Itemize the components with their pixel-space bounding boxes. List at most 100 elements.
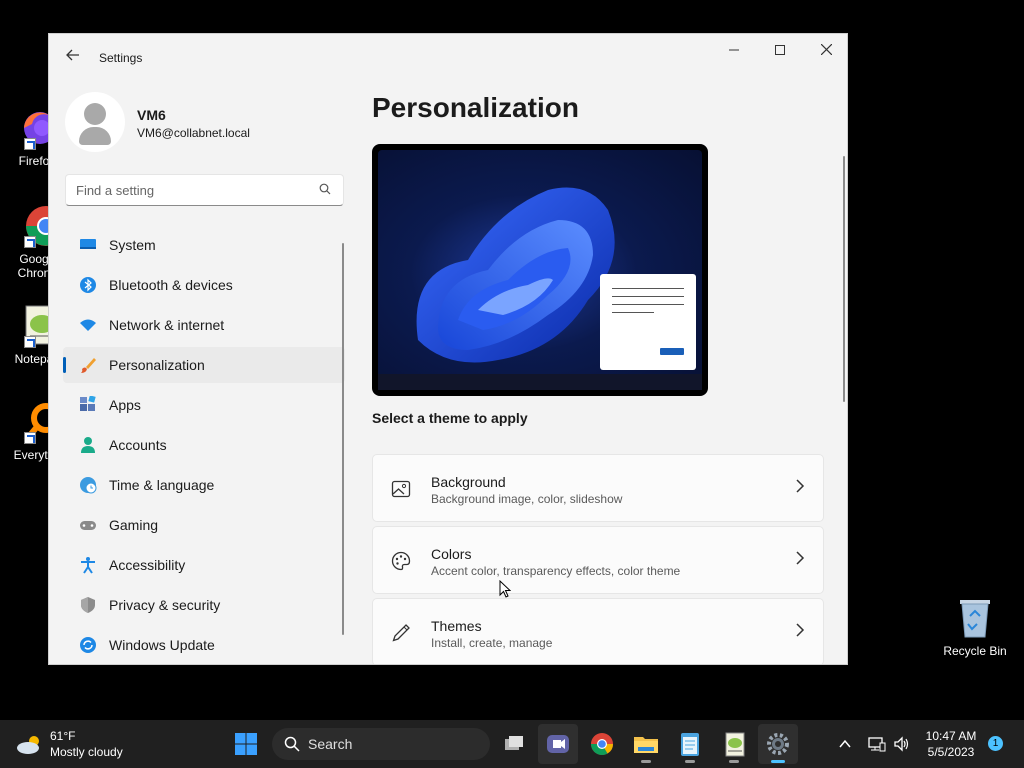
title-bar[interactable]: Settings — [49, 34, 847, 82]
clock-date: 5/5/2023 — [927, 745, 975, 759]
card-subtitle: Background image, color, slideshow — [431, 492, 623, 506]
close-button[interactable] — [803, 34, 847, 66]
notepad-taskbar-button[interactable] — [670, 724, 710, 764]
shortcut-arrow-icon — [24, 138, 36, 150]
update-icon — [79, 636, 97, 654]
sidebar-item-label: System — [109, 237, 156, 253]
colors-card[interactable]: Colors Accent color, transparency effect… — [372, 526, 824, 594]
volume-icon[interactable] — [893, 735, 911, 753]
notepadpp-taskbar-button[interactable] — [714, 724, 754, 764]
sidebar-item-network[interactable]: Network & internet — [63, 307, 345, 343]
shortcut-arrow-icon — [24, 336, 36, 348]
sidebar-scrollbar[interactable] — [342, 243, 344, 635]
gear-icon — [767, 733, 789, 755]
network-icon[interactable] — [868, 735, 886, 753]
bluetooth-icon — [79, 276, 97, 294]
sidebar-item-accounts[interactable]: Accounts — [63, 427, 345, 463]
user-email: VM6@collabnet.local — [137, 126, 250, 140]
sidebar-nav: System Bluetooth & devices Network & int… — [63, 227, 345, 664]
chevron-right-icon — [796, 623, 805, 637]
sidebar-item-apps[interactable]: Apps — [63, 387, 345, 423]
sidebar-item-windows-update[interactable]: Windows Update — [63, 627, 345, 663]
app-title: Settings — [99, 51, 143, 65]
system-icon — [79, 236, 97, 254]
card-title: Background — [431, 474, 506, 490]
themes-card[interactable]: Themes Install, create, manage — [372, 598, 824, 664]
settings-taskbar-button[interactable] — [758, 724, 798, 764]
weather-condition: Mostly cloudy — [50, 745, 123, 759]
maximize-button[interactable] — [757, 34, 803, 66]
wifi-icon — [79, 316, 97, 334]
wallpaper-bloom — [378, 150, 702, 374]
taskbar-search-label: Search — [308, 736, 353, 752]
chrome-icon — [591, 733, 613, 755]
background-card[interactable]: Background Background image, color, slid… — [372, 454, 824, 522]
notepadpp-icon — [725, 732, 745, 757]
sidebar-item-bluetooth[interactable]: Bluetooth & devices — [63, 267, 345, 303]
chevron-up-icon[interactable] — [838, 737, 852, 751]
palette-icon — [391, 551, 411, 571]
sidebar-item-personalization[interactable]: Personalization — [63, 347, 345, 383]
search-input[interactable] — [66, 175, 296, 205]
sidebar-item-label: Bluetooth & devices — [109, 277, 233, 293]
taskbar-clock[interactable]: 10:47 AM 5/5/2023 — [920, 728, 982, 760]
accessibility-icon — [79, 556, 97, 574]
close-icon — [820, 43, 832, 56]
back-button[interactable] — [63, 48, 83, 68]
chrome-taskbar-button[interactable] — [582, 724, 622, 764]
globe-clock-icon — [79, 476, 97, 494]
minimize-button[interactable] — [711, 34, 757, 66]
user-profile[interactable]: VM6 VM6@collabnet.local — [65, 92, 345, 152]
teams-chat-button[interactable] — [538, 724, 578, 764]
folder-icon — [634, 737, 658, 753]
sidebar-item-label: Network & internet — [109, 317, 225, 333]
minimize-icon — [729, 49, 739, 51]
weather-temp: 61°F — [50, 729, 76, 743]
file-explorer-button[interactable] — [626, 724, 666, 764]
brush-icon — [79, 356, 97, 374]
chevron-right-icon — [796, 479, 805, 493]
recycle-bin-icon — [957, 596, 993, 638]
task-view-icon — [505, 736, 523, 750]
taskbar-search[interactable]: Search — [272, 728, 490, 760]
chevron-right-icon — [796, 551, 805, 565]
person-icon — [79, 436, 97, 454]
sidebar-item-label: Accessibility — [109, 557, 186, 573]
page-title: Personalization — [372, 92, 579, 123]
find-setting-search[interactable] — [65, 174, 344, 206]
search-icon — [284, 736, 300, 752]
card-title: Colors — [431, 546, 472, 562]
shield-icon — [79, 596, 97, 614]
sidebar-item-privacy-security[interactable]: Privacy & security — [63, 587, 345, 623]
main-scrollbar[interactable] — [843, 156, 845, 402]
card-subtitle: Install, create, manage — [431, 636, 553, 650]
clock-time: 10:47 AM — [925, 729, 977, 743]
avatar — [65, 92, 125, 152]
sidebar-item-time-language[interactable]: Time & language — [63, 467, 345, 503]
card-subtitle: Accent color, transparency effects, colo… — [431, 564, 681, 578]
notification-badge[interactable]: 1 — [988, 736, 1003, 751]
image-icon — [391, 480, 411, 498]
chat-icon — [547, 735, 569, 753]
cloud-sun-icon — [17, 736, 39, 754]
sidebar-item-system[interactable]: System — [63, 227, 345, 263]
start-button[interactable] — [226, 724, 266, 764]
sidebar-item-label: Gaming — [109, 517, 159, 533]
windows-logo-icon — [235, 733, 257, 755]
desktop-icon-recycle-bin[interactable]: Recycle Bin — [940, 596, 1010, 658]
gamepad-icon — [79, 516, 97, 534]
pen-icon — [392, 624, 410, 642]
sidebar-item-label: Apps — [109, 397, 141, 413]
settings-window: Settings VM6 VM6@collabnet.local System … — [48, 33, 848, 665]
mouse-cursor-icon — [499, 580, 511, 598]
weather-widget[interactable]: 61°F Mostly cloudy — [16, 728, 156, 760]
shortcut-arrow-icon — [24, 432, 36, 444]
search-icon — [319, 183, 331, 195]
task-view-button[interactable] — [494, 724, 534, 764]
shortcut-arrow-icon — [24, 236, 36, 248]
sidebar-item-accessibility[interactable]: Accessibility — [63, 547, 345, 583]
sidebar-item-gaming[interactable]: Gaming — [63, 507, 345, 543]
user-name: VM6 — [137, 107, 166, 123]
sidebar-item-label: Windows Update — [109, 637, 215, 653]
apps-icon — [79, 395, 97, 414]
